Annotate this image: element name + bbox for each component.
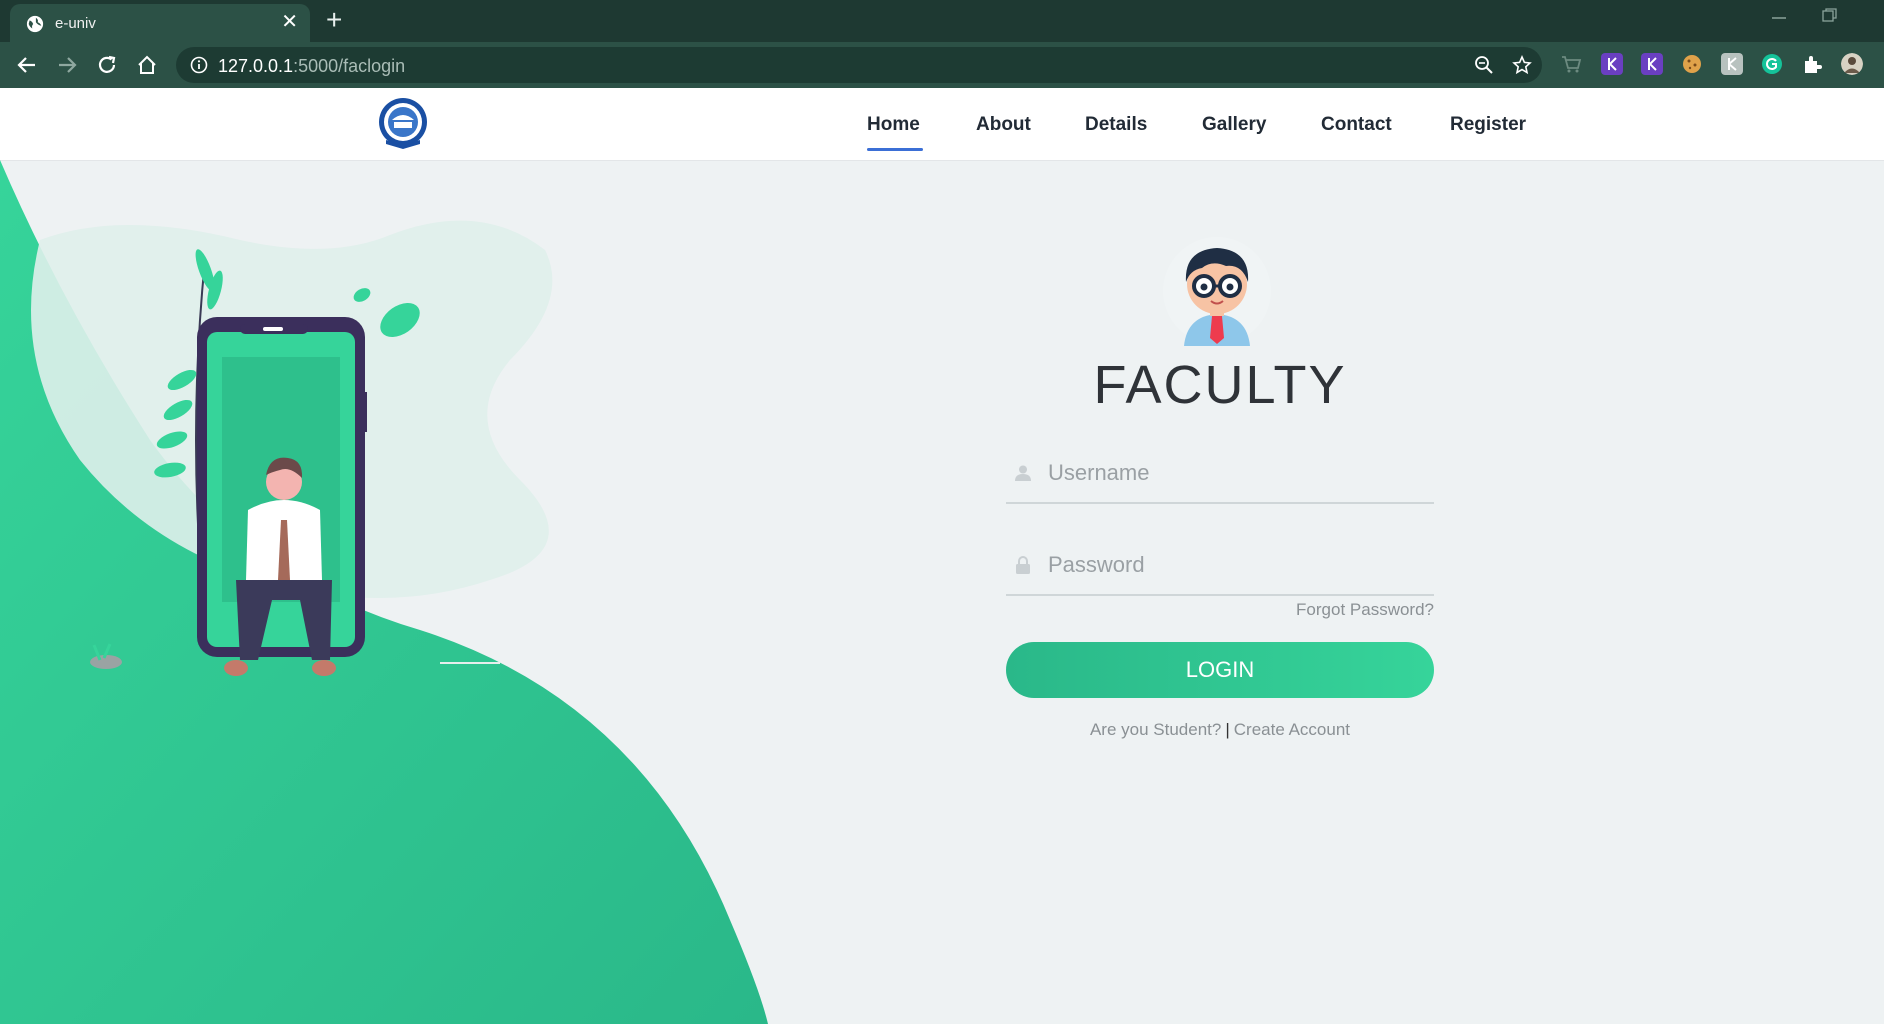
avatar-icon[interactable] — [1841, 53, 1863, 75]
grammarly-icon[interactable] — [1761, 53, 1783, 75]
nav-about[interactable]: About — [976, 114, 1031, 136]
url-host: 127.0.0.1 — [218, 56, 294, 76]
browser-tab[interactable]: e-univ ✕ — [10, 4, 310, 42]
bottom-links: Are you Student? | Create Account — [1006, 720, 1434, 740]
link-separator: | — [1225, 720, 1230, 739]
create-account-link[interactable]: Create Account — [1234, 720, 1350, 739]
info-icon[interactable] — [190, 56, 208, 74]
active-nav-indicator — [867, 148, 923, 151]
browser-tab-bar: e-univ ✕ + — [0, 0, 1884, 42]
extension-k-icon-2[interactable] — [1641, 53, 1663, 75]
extension-grey-icon[interactable] — [1721, 53, 1743, 75]
new-tab-button[interactable]: + — [326, 6, 342, 34]
student-login-link[interactable]: Are you Student? — [1090, 720, 1221, 739]
lock-icon — [1016, 556, 1030, 574]
nav-details[interactable]: Details — [1085, 114, 1147, 136]
url-path: :5000/faclogin — [293, 56, 406, 76]
url-text[interactable]: 127.0.0.1:5000/faclogin — [218, 56, 405, 77]
login-button[interactable]: LOGIN — [1006, 642, 1434, 698]
forward-icon[interactable] — [56, 54, 78, 76]
user-icon — [1015, 465, 1031, 481]
puzzle-extensions-icon[interactable] — [1801, 53, 1823, 75]
tab-close-icon[interactable]: ✕ — [281, 12, 298, 32]
globe-icon — [26, 15, 44, 33]
nav-contact[interactable]: Contact — [1321, 114, 1392, 136]
faculty-avatar — [1163, 237, 1271, 346]
university-logo[interactable] — [376, 96, 430, 150]
cookie-icon[interactable] — [1681, 53, 1703, 75]
minimize-icon[interactable] — [1766, 6, 1792, 26]
star-icon[interactable] — [1512, 55, 1532, 75]
nav-gallery[interactable]: Gallery — [1202, 114, 1266, 136]
login-title: FACULTY — [1093, 355, 1347, 415]
home-icon[interactable] — [136, 54, 158, 76]
nav-register[interactable]: Register — [1450, 114, 1526, 136]
forgot-password-link[interactable]: Forgot Password? — [1250, 600, 1434, 620]
phone-person-illustration — [31, 220, 553, 676]
site-header: Home About Details Gallery Contact Regis… — [0, 88, 1884, 161]
extension-k-icon[interactable] — [1601, 53, 1623, 75]
password-input[interactable] — [1046, 544, 1430, 586]
tab-title: e-univ — [55, 15, 96, 32]
password-field — [1006, 536, 1434, 596]
username-input[interactable] — [1046, 452, 1430, 494]
address-bar[interactable]: 127.0.0.1:5000/faclogin — [176, 47, 1542, 83]
back-icon[interactable] — [16, 54, 38, 76]
reload-icon[interactable] — [96, 54, 118, 76]
nav-home[interactable]: Home — [867, 114, 920, 136]
cart-icon[interactable] — [1560, 53, 1582, 75]
browser-toolbar: 127.0.0.1:5000/faclogin — [0, 42, 1884, 88]
zoom-icon[interactable] — [1474, 55, 1494, 75]
username-field — [1006, 444, 1434, 504]
restore-icon[interactable] — [1822, 8, 1838, 22]
